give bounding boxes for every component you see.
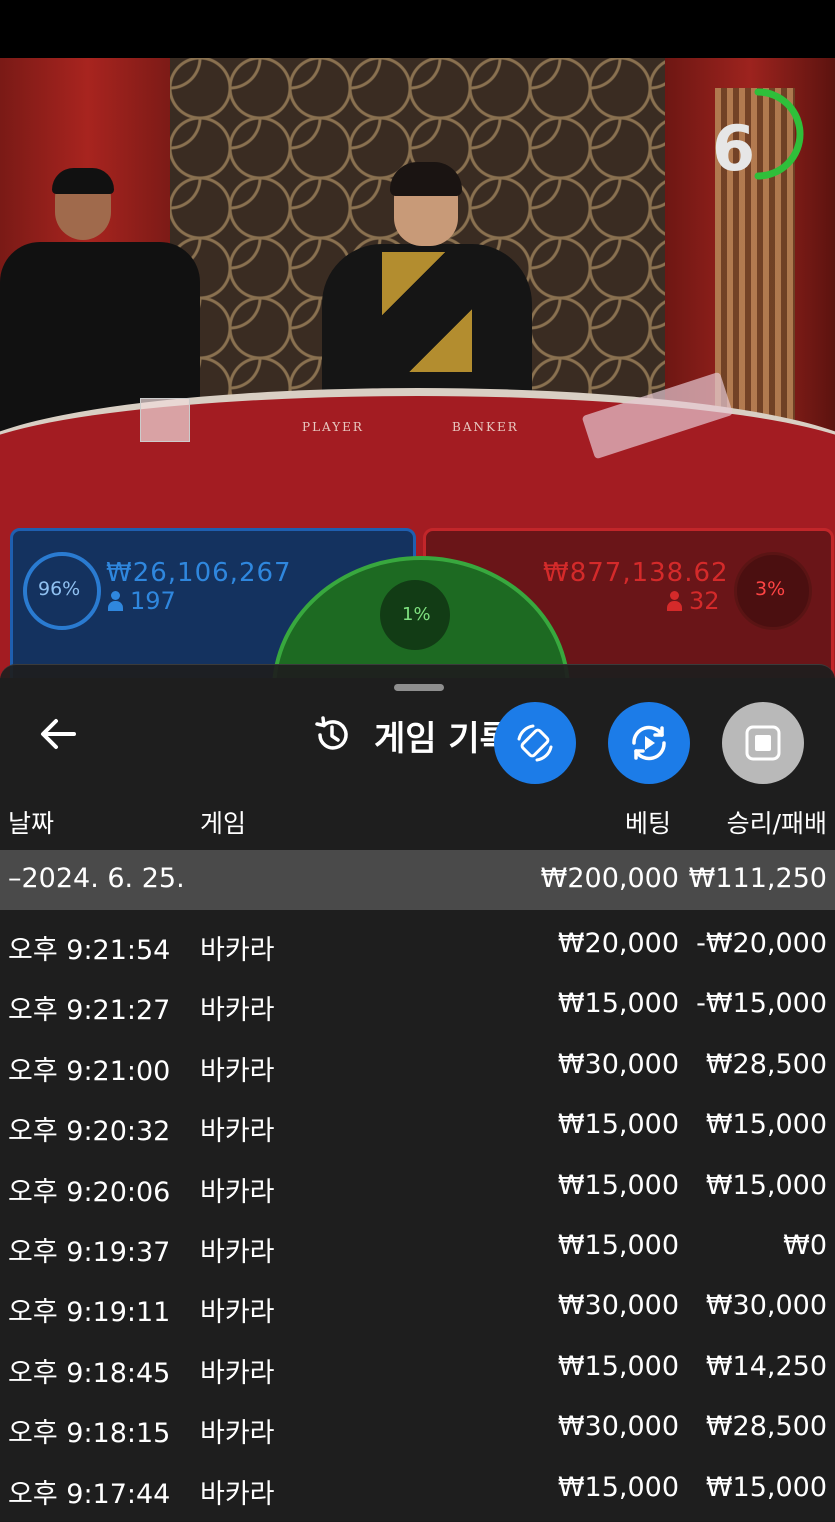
column-header-bet: 베팅 xyxy=(624,809,671,838)
row-result: -₩20,000 xyxy=(696,928,827,959)
person-icon xyxy=(667,591,682,611)
sheet-drag-handle[interactable] xyxy=(394,684,444,691)
stop-button[interactable] xyxy=(722,702,804,784)
banker-count-value: 32 xyxy=(689,587,720,615)
banker-bet-amount: ₩877,138.62 xyxy=(543,558,729,588)
row-result: -₩15,000 xyxy=(696,988,827,1020)
row-time: 오후 9:19:11 xyxy=(8,1297,171,1329)
back-button[interactable] xyxy=(36,714,80,754)
row-result: ₩28,500 xyxy=(705,1411,827,1443)
row-time: 오후 9:21:27 xyxy=(8,995,171,1027)
replay-video-icon xyxy=(632,725,666,761)
player-percent: 96% xyxy=(38,578,81,600)
row-result: ₩15,000 xyxy=(705,1471,827,1503)
table-row[interactable]: 오후 9:21:00 바카라 ₩30,000 ₩28,500 xyxy=(0,1035,835,1095)
column-header-result: 승리/패배 xyxy=(726,809,827,838)
stop-square-icon xyxy=(745,725,781,761)
table-row[interactable]: 오후 9:21:54 바카라 ₩20,000 -₩20,000 xyxy=(0,914,835,974)
row-game: 바카라 xyxy=(200,1176,275,1208)
date-group-row[interactable]: –2024. 6. 25. ₩200,000 ₩111,250 xyxy=(0,850,835,910)
row-time: 오후 9:21:54 xyxy=(8,935,171,966)
rotate-device-icon xyxy=(517,724,553,762)
replay-video-button[interactable] xyxy=(608,702,690,784)
player-bet-amount: ₩26,106,267 xyxy=(106,558,292,588)
row-game: 바카라 xyxy=(200,1357,275,1389)
row-time: 오후 9:21:00 xyxy=(8,1055,171,1087)
row-game: 바카라 xyxy=(200,995,275,1027)
history-list: 오후 9:21:54 바카라 ₩20,000 -₩20,000 오후 9:21:… xyxy=(0,914,835,1518)
banker-percent: 3% xyxy=(755,578,786,600)
row-bet: ₩15,000 xyxy=(557,1229,679,1261)
row-game: 바카라 xyxy=(200,1055,275,1087)
row-time: 오후 9:18:15 xyxy=(8,1418,171,1450)
row-time: 오후 9:18:45 xyxy=(8,1357,171,1389)
table-row[interactable]: 오후 9:21:27 바카라 ₩15,000 -₩15,000 xyxy=(0,974,835,1034)
player-count-value: 197 xyxy=(130,587,176,615)
row-result: ₩15,000 xyxy=(705,1169,827,1201)
countdown-number: 6 xyxy=(712,112,756,185)
discard-tray xyxy=(140,398,190,442)
row-bet: ₩15,000 xyxy=(557,1109,679,1141)
row-bet: ₩30,000 xyxy=(557,1411,679,1443)
row-time: 오후 9:17:44 xyxy=(8,1478,171,1510)
table-label-banker: BANKER xyxy=(452,420,519,434)
row-bet: ₩30,000 xyxy=(557,1290,679,1322)
table-row[interactable]: 오후 9:20:32 바카라 ₩15,000 ₩15,000 xyxy=(0,1095,835,1155)
table-row[interactable]: 오후 9:19:11 바카라 ₩30,000 ₩30,000 xyxy=(0,1276,835,1336)
arrow-left-icon xyxy=(41,719,76,749)
row-bet: ₩15,000 xyxy=(557,1169,679,1201)
row-game: 바카라 xyxy=(200,1418,275,1450)
row-bet: ₩20,000 xyxy=(557,928,679,959)
table-row[interactable]: 오후 9:19:37 바카라 ₩15,000 ₩0 xyxy=(0,1216,835,1276)
row-game: 바카라 xyxy=(200,935,275,966)
table-row[interactable]: 오후 9:18:15 바카라 ₩30,000 ₩28,500 xyxy=(0,1397,835,1457)
row-game: 바카라 xyxy=(200,1236,275,1268)
row-game: 바카라 xyxy=(200,1297,275,1329)
date-group-label: –2024. 6. 25. xyxy=(8,863,185,894)
row-result: ₩0 xyxy=(783,1229,827,1261)
row-bet: ₩15,000 xyxy=(557,1471,679,1503)
date-group-bet-total: ₩200,000 xyxy=(540,863,679,894)
row-time: 오후 9:20:06 xyxy=(8,1176,171,1208)
row-bet: ₩15,000 xyxy=(557,988,679,1020)
tie-percent: 1% xyxy=(402,604,431,625)
table-row[interactable]: 오후 9:20:06 바카라 ₩15,000 ₩15,000 xyxy=(0,1156,835,1216)
row-time: 오후 9:19:37 xyxy=(8,1236,171,1268)
person-icon xyxy=(108,591,123,611)
row-result: ₩28,500 xyxy=(705,1048,827,1080)
rotate-device-button[interactable] xyxy=(494,702,576,784)
sheet-header: 게임 기록 xyxy=(312,710,511,760)
row-time: 오후 9:20:32 xyxy=(8,1116,171,1148)
date-group-result-total: ₩111,250 xyxy=(688,863,827,894)
row-result: ₩15,000 xyxy=(705,1109,827,1141)
table-label-player: PLAYER xyxy=(302,420,364,434)
row-bet: ₩30,000 xyxy=(557,1048,679,1080)
row-game: 바카라 xyxy=(200,1478,275,1510)
table-row[interactable]: 오후 9:17:44 바카라 ₩15,000 ₩15,000 xyxy=(0,1458,835,1518)
page-title: 게임 기록 xyxy=(374,718,511,759)
banker-bettor-count: 32 xyxy=(667,587,720,615)
table-header: 날짜 게임 베팅 승리/패배 xyxy=(0,790,835,850)
row-result: ₩30,000 xyxy=(705,1290,827,1322)
column-header-date: 날짜 xyxy=(8,809,55,838)
column-header-game: 게임 xyxy=(200,809,247,838)
row-game: 바카라 xyxy=(200,1116,275,1148)
table-row[interactable]: 오후 9:18:45 바카라 ₩15,000 ₩14,250 xyxy=(0,1337,835,1397)
row-bet: ₩15,000 xyxy=(557,1350,679,1382)
row-result: ₩14,250 xyxy=(705,1350,827,1382)
history-icon xyxy=(315,716,348,750)
status-bar xyxy=(0,0,835,58)
player-bettor-count: 197 xyxy=(108,587,176,615)
